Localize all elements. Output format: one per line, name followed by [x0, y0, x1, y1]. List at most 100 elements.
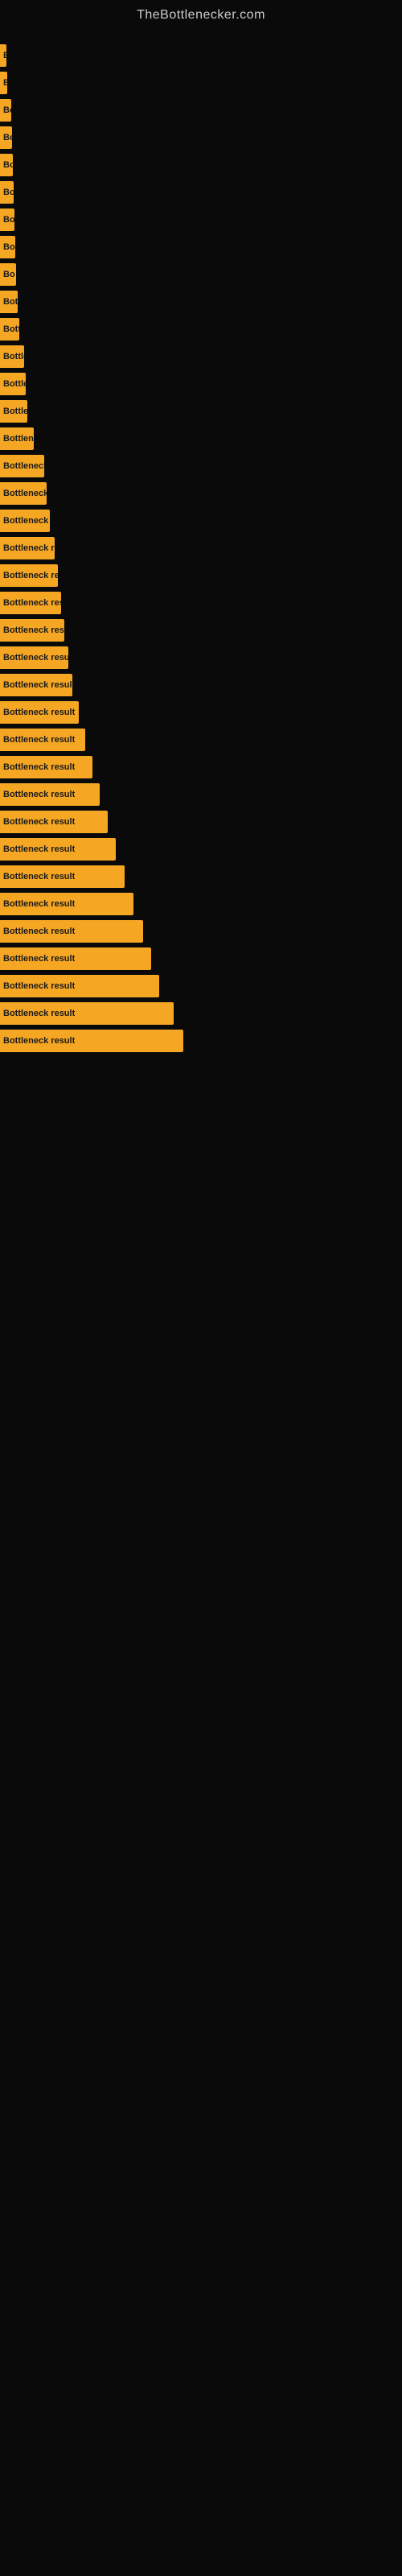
bar-item: Bottleneck resu — [0, 455, 44, 477]
bar-label: Bottleneck result — [3, 844, 75, 854]
bar-item: Bottleneck result — [0, 646, 68, 669]
bar-label: Bottleneck result — [3, 680, 72, 690]
bar-label: Bottleneck result — [3, 790, 75, 799]
bar-row: Bottleneck result — [0, 973, 402, 999]
bar-item: Bo — [0, 236, 15, 258]
bar-label: Bottle — [3, 352, 24, 361]
bar-row: Bo — [0, 180, 402, 205]
bar-item: Bottle — [0, 400, 27, 423]
bar-label: Bottleneck result — [3, 1009, 75, 1018]
bar-item: Bo — [0, 154, 13, 176]
bar-label: Bottleneck resu — [3, 461, 44, 471]
bar-item: Bottleneck result — [0, 1030, 183, 1052]
bar-label: Bottleneck res — [3, 625, 64, 635]
bar-label: Bottleneck result — [3, 762, 75, 772]
bar-row: Bottleneck result — [0, 700, 402, 725]
bar-item: Bott — [0, 318, 19, 341]
bar-item: B — [0, 44, 6, 67]
bar-row: Bottleneck result — [0, 535, 402, 561]
bar-label: Bo — [3, 270, 15, 279]
bar-label: Bottleneck result — [3, 598, 61, 608]
bar-row: Bottleneck — [0, 426, 402, 452]
bar-item: Bottleneck — [0, 427, 34, 450]
bar-row: Bo — [0, 125, 402, 151]
bar-item: Bottleneck resul — [0, 564, 58, 587]
bar-row: B — [0, 43, 402, 68]
bar-row: Bottleneck result — [0, 919, 402, 944]
bar-row: Bottle — [0, 398, 402, 424]
bar-item: Bot — [0, 291, 18, 313]
bar-row: Bottleneck result — [0, 782, 402, 807]
bar-row: Bottleneck result — [0, 1001, 402, 1026]
bar-item: Bottleneck result — [0, 756, 92, 778]
bar-label: Bottleneck result — [3, 927, 75, 936]
site-title: TheBottlenecker.com — [0, 0, 402, 27]
bar-row: Bottleneck resu — [0, 453, 402, 479]
bar-label: Bottleneck result — [3, 708, 75, 717]
bar-label: Bottleneck result — [3, 1036, 75, 1046]
bar-item: Bottleneck result — [0, 838, 116, 861]
bar-label: Bo — [3, 188, 14, 197]
bar-label: Bottleneck result — [3, 817, 75, 827]
bar-row: Bottle — [0, 344, 402, 369]
bar-label: Bottleneck result — [3, 872, 75, 881]
bar-label: Bottleneck result — [3, 543, 55, 553]
bar-label: Bo — [3, 105, 11, 115]
bar-row: Bottleneck resul — [0, 563, 402, 588]
bar-label: Bottleneck result — [3, 899, 75, 909]
bar-item: Bottleneck result — [0, 920, 143, 943]
bar-label: Bottleneck r — [3, 489, 47, 498]
bar-item: Bottle — [0, 373, 26, 395]
bar-label: Bottleneck result — [3, 981, 75, 991]
bar-item: Bottleneck result — [0, 783, 100, 806]
bar-label: Bo — [3, 160, 13, 170]
bar-item: Bottleneck result — [0, 947, 151, 970]
bar-item: Bo — [0, 181, 14, 204]
bar-row: Bottle — [0, 371, 402, 397]
bar-item: Bottleneck result — [0, 592, 61, 614]
bar-row: Bo — [0, 207, 402, 233]
bar-item: Bottleneck result — [0, 674, 72, 696]
bar-label: Bottle — [3, 407, 27, 416]
bar-item: Bottleneck result — [0, 865, 125, 888]
bar-label: Bottleneck result — [3, 735, 75, 745]
bar-row: Bottleneck r — [0, 481, 402, 506]
bar-row: Bottleneck result — [0, 727, 402, 753]
bar-item: Bo — [0, 99, 11, 122]
bar-item: Bo — [0, 263, 16, 286]
bar-item: Bottleneck res — [0, 619, 64, 642]
bar-row: Bo — [0, 262, 402, 287]
bar-row: Bo — [0, 152, 402, 178]
bar-row: Bot — [0, 289, 402, 315]
bar-label: Bo — [3, 215, 14, 225]
bar-item: Bo — [0, 208, 14, 231]
bar-label: Bo — [3, 242, 15, 252]
bar-row: Bottleneck res — [0, 617, 402, 643]
bar-row: Bottleneck result — [0, 836, 402, 862]
bar-label: Bottleneck resul — [3, 516, 50, 526]
bar-row: Bottleneck result — [0, 754, 402, 780]
bar-label: Bottleneck — [3, 434, 34, 444]
bar-item: Bo — [0, 126, 12, 149]
bar-row: Bo — [0, 97, 402, 123]
bar-item: B — [0, 72, 7, 94]
bar-item: Bottleneck resul — [0, 510, 50, 532]
bar-label: B — [3, 51, 6, 60]
bar-row: Bottleneck result — [0, 590, 402, 616]
bar-row: Bottleneck result — [0, 946, 402, 972]
bar-item: Bottleneck r — [0, 482, 47, 505]
bar-label: B — [3, 78, 7, 88]
bar-item: Bottleneck result — [0, 701, 79, 724]
bar-row: Bottleneck result — [0, 809, 402, 835]
bar-item: Bottleneck result — [0, 893, 133, 915]
bar-item: Bottleneck result — [0, 537, 55, 559]
bar-item: Bottleneck result — [0, 1002, 174, 1025]
bar-row: Bo — [0, 234, 402, 260]
bar-row: Bottleneck result — [0, 672, 402, 698]
bar-label: Bottleneck result — [3, 954, 75, 964]
bar-label: Bottleneck resul — [3, 571, 58, 580]
bars-container: B B Bo Bo Bo Bo Bo Bo Bo Bot Bott Bottle Bottle Bottl… — [0, 27, 402, 1055]
bar-label: Bo — [3, 133, 12, 142]
bar-label: Bottle — [3, 379, 26, 389]
bar-label: Bott — [3, 324, 19, 334]
